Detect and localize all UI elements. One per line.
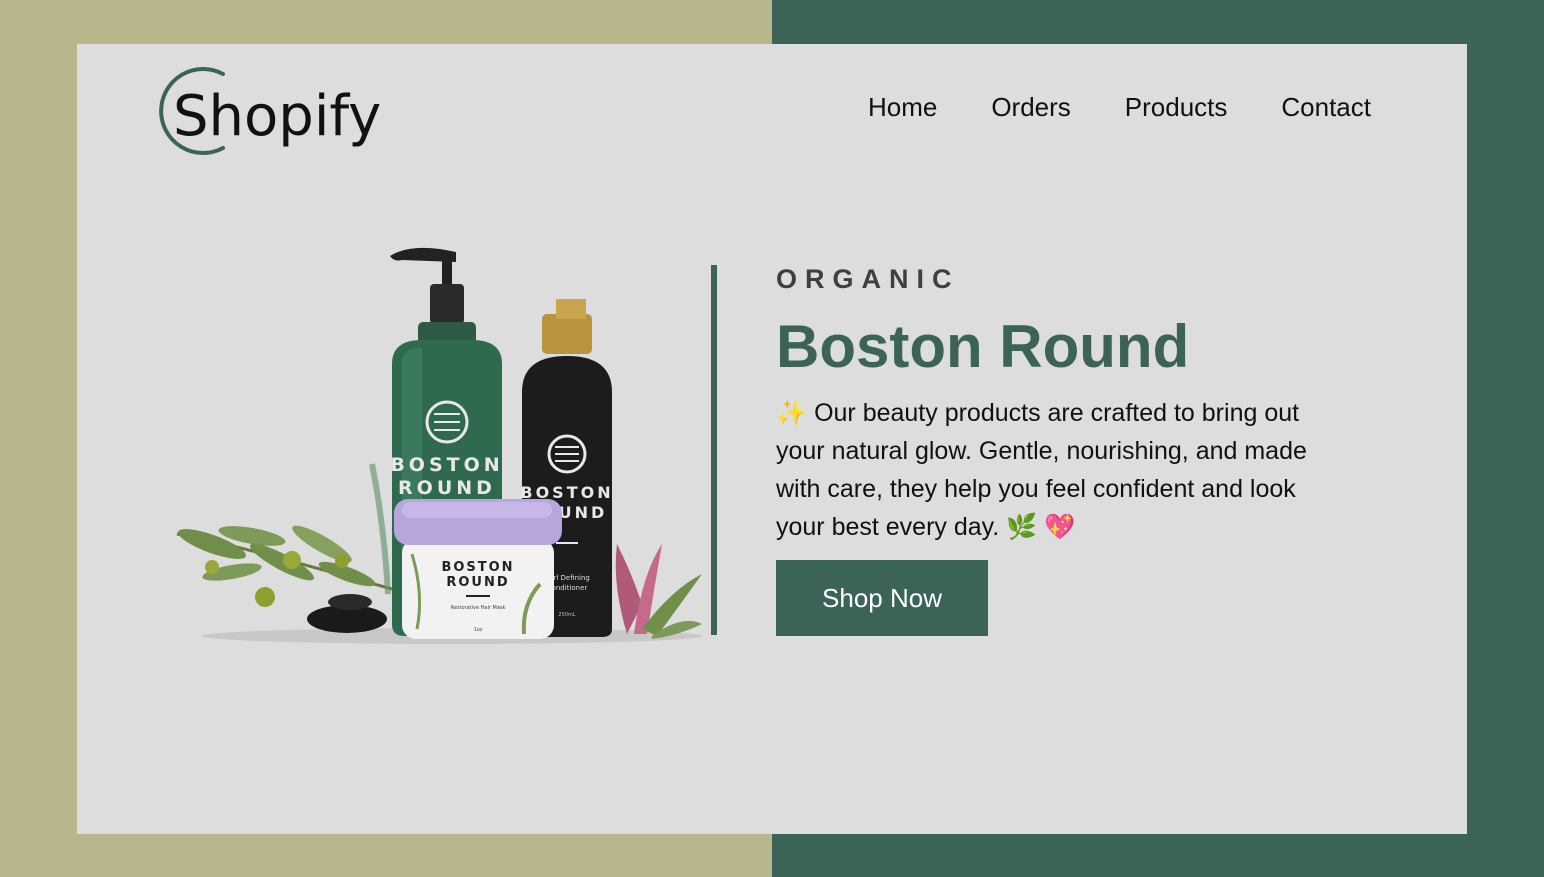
main-nav: Home Orders Products Contact [868, 92, 1371, 123]
hero-eyebrow: ORGANIC [776, 264, 960, 294]
logo-text: Shopify [173, 84, 382, 149]
svg-text:BOSTON: BOSTON [441, 560, 514, 575]
nav-products[interactable]: Products [1125, 92, 1228, 123]
spa-stones-icon [307, 594, 387, 633]
hero-card: Shopify Home Orders Products Contact BOS… [77, 44, 1467, 834]
hero-description: ✨ Our beauty products are crafted to bri… [776, 399, 1307, 541]
nav-contact[interactable]: Contact [1281, 92, 1371, 123]
hero-title: Boston Round [776, 313, 1190, 380]
logo[interactable]: Shopify [145, 62, 381, 162]
svg-text:250mL: 250mL [558, 612, 575, 618]
svg-text:ROUND: ROUND [446, 575, 509, 590]
hair-mask-jar-icon: BOSTON ROUND Restorative Hair Mask 1oz [394, 499, 562, 639]
svg-text:ROUND: ROUND [398, 477, 496, 499]
svg-text:BOSTON: BOSTON [390, 454, 503, 476]
product-image: BOSTON ROUND BOSTON ROUND Curl Defining … [172, 244, 712, 644]
vertical-divider [711, 265, 717, 635]
svg-text:1oz: 1oz [474, 627, 483, 633]
flower-icon [615, 544, 702, 639]
shop-now-button[interactable]: Shop Now [776, 560, 988, 636]
olive-branch-icon [176, 525, 393, 607]
nav-home[interactable]: Home [868, 92, 937, 123]
nav-orders[interactable]: Orders [991, 92, 1070, 123]
svg-text:Restorative Hair Mask: Restorative Hair Mask [451, 605, 506, 611]
